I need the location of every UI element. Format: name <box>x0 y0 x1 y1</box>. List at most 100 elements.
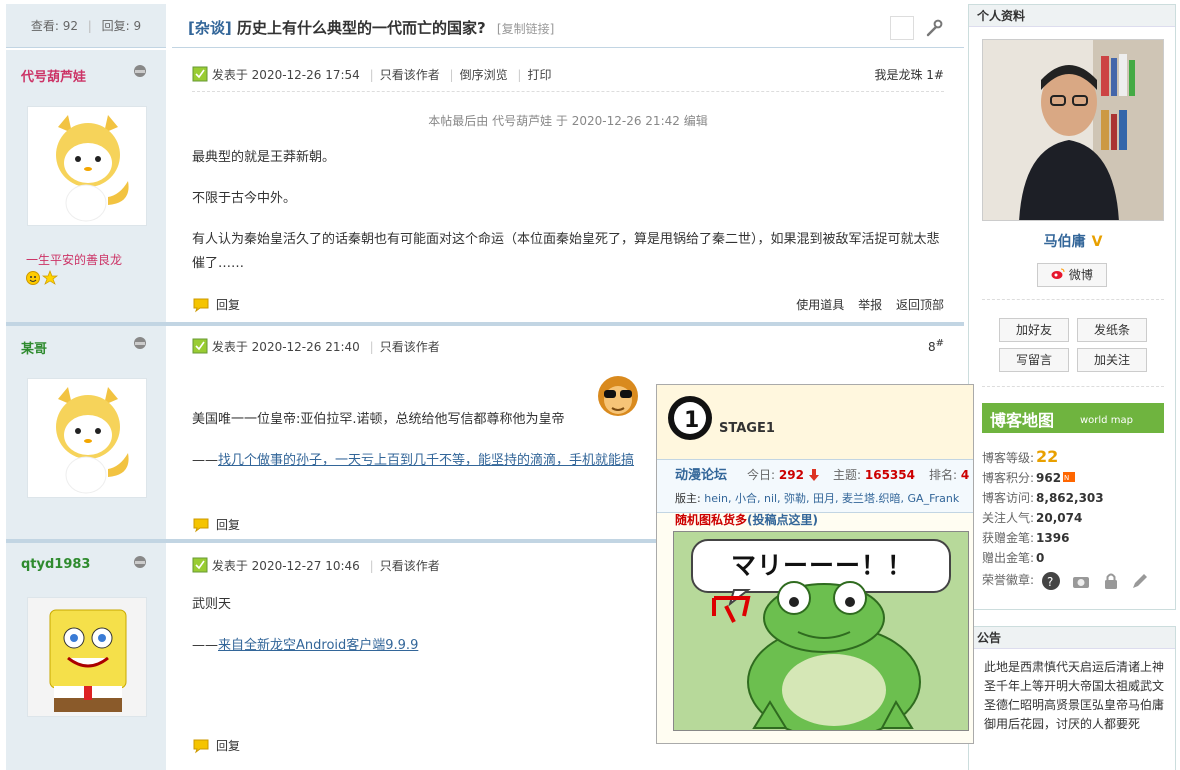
speech-bubble-text: マリーーー！！ <box>730 551 913 580</box>
forum-rank-value: 4 <box>960 468 970 482</box>
floor-number-text: 8 <box>927 340 936 354</box>
stage1-title: STAGE1 <box>719 421 775 436</box>
online-status-icon <box>134 337 146 349</box>
reply-button[interactable]: 回复 <box>192 737 240 754</box>
report-link[interactable]: 举报 <box>858 298 882 312</box>
weibo-button[interactable]: 微博 <box>1037 263 1107 287</box>
edit-note: 本帖最后由 代号葫芦娃 于 2020-12-26 21:42 编辑 <box>428 114 708 128</box>
follow-button[interactable]: 加关注 <box>1077 348 1147 372</box>
post-paragraph: 最典型的就是王莽新朝。 <box>192 150 336 165</box>
camera-badge-icon[interactable] <box>1071 571 1091 591</box>
avatar[interactable] <box>27 106 147 226</box>
stat-value: 1396 <box>1036 531 1070 545</box>
post2-sidebar: 某哥 <box>6 326 166 539</box>
pen-badge-icon[interactable] <box>1130 571 1150 591</box>
svg-text:N: N <box>1064 474 1069 482</box>
frog-image[interactable]: マリーーー！！ <box>673 531 969 731</box>
forum-topics-label: 主题: <box>833 468 862 482</box>
reply-button[interactable]: 回复 <box>192 516 240 533</box>
profile-name[interactable]: 马伯庸 V <box>969 231 1177 251</box>
reply-bubble-icon <box>193 739 209 753</box>
reply-label: 回复 <box>216 518 241 532</box>
weibo-label: 微博 <box>1068 268 1093 282</box>
stat-value: 962 <box>1036 471 1062 485</box>
author-name[interactable]: 某哥 <box>21 338 47 357</box>
back-to-top-link[interactable]: 返回顶部 <box>896 298 944 312</box>
wrench-icon[interactable] <box>924 18 944 38</box>
stat-label: 博客访问: <box>982 491 1035 505</box>
copy-link-button[interactable]: [复制链接] <box>497 22 554 36</box>
reverse-order-link[interactable]: 倒序浏览 <box>460 68 508 82</box>
avatar[interactable] <box>27 378 147 498</box>
svg-text:1: 1 <box>684 408 699 433</box>
forum-topics-count: 165354 <box>864 468 915 482</box>
send-note-button[interactable]: 发纸条 <box>1077 318 1147 342</box>
author-name[interactable]: qtyd1983 <box>21 557 90 572</box>
stat-label: 获赠金笔: <box>982 531 1035 545</box>
post-meta: 发表于 2020-12-26 17:54 | 只看该作者 | 倒序浏览 | 打印 我是… <box>192 66 944 86</box>
question-badge-icon[interactable]: ? <box>1041 571 1061 591</box>
stat-value: 0 <box>1036 551 1045 565</box>
post-meta-prefix: 发表于 <box>211 68 248 82</box>
toolbar-box[interactable] <box>890 16 915 40</box>
signature-prefix: —— <box>192 453 218 468</box>
views-count: 92 <box>62 19 78 33</box>
post-paragraph: 不限于古今中外。 <box>192 191 297 206</box>
post-time: 2020-12-26 21:40 <box>251 340 360 354</box>
thread-title: [杂谈] 历史上有什么典型的一代而亡的国家? [复制链接] <box>188 17 554 38</box>
stat-points: 博客积分: 962 N <box>982 469 1076 486</box>
blog-sidebar: 个人资料 马伯庸 V 微博 加好友 发纸条 写留言 加关注 博客地图 world… <box>968 4 1176 770</box>
replies-label: 回复: <box>101 19 130 33</box>
post-meta: 发表于 2020-12-26 21:40 | 只看该作者 8# <box>192 338 944 358</box>
forum-rank-label: 排名: <box>929 468 958 482</box>
signature-prefix: —— <box>192 638 218 653</box>
profile-photo[interactable] <box>982 39 1164 221</box>
author-name[interactable]: 代号葫芦娃 <box>21 66 86 85</box>
post1-sidebar: 代号葫芦娃 一生平安的善良龙 <box>6 50 166 322</box>
submit-link[interactable]: (投稿点这里) <box>747 513 818 527</box>
blog-map-title: 博客地图 <box>990 411 1055 430</box>
divider <box>192 91 944 92</box>
only-author-link[interactable]: 只看该作者 <box>380 559 440 573</box>
post-body: 最典型的就是王莽新朝。 不限于古今中外。 有人认为秦始皇活久了的话秦朝也有可能面… <box>192 146 952 293</box>
post-time: 2020-12-26 17:54 <box>251 68 360 82</box>
moderators-label: 版主: <box>675 492 701 505</box>
signature-link[interactable]: 来自全新龙空Android客户端9.9.9 <box>218 638 418 653</box>
floor-number[interactable]: 我是龙珠 1# <box>874 66 944 83</box>
user-title: 一生平安的善良龙 <box>26 253 123 267</box>
reply-button[interactable]: 回复 <box>192 296 240 313</box>
only-author-link[interactable]: 只看该作者 <box>380 68 440 82</box>
print-link[interactable]: 打印 <box>527 68 551 82</box>
moderators-list[interactable]: hein, 小合, nil, 弥勒, 田月, 麦兰塔.织暗, GA_Frank <box>704 492 959 505</box>
post-foot: 回复 使用道具 举报 返回顶部 <box>192 296 944 316</box>
category-link[interactable]: [杂谈] <box>188 19 232 37</box>
post-time: 2020-12-27 10:46 <box>251 559 360 573</box>
floor-number[interactable]: 8# <box>928 338 944 354</box>
stat-value: 20,074 <box>1036 511 1083 525</box>
thread-stats: 查看: 92 | 回复: 9 <box>6 4 166 48</box>
stat-pens-given: 赠出金笔: 0 <box>982 549 1044 566</box>
stat-label: 博客积分: <box>982 471 1035 485</box>
reply-label: 回复 <box>216 298 241 312</box>
vip-verified-icon: V <box>1091 234 1103 250</box>
post-meta-icon <box>192 66 208 82</box>
svg-text:?: ? <box>1047 575 1053 589</box>
blog-map-subtitle: world map <box>1080 415 1133 426</box>
signature-link[interactable]: 找几个做事的孙子，一天亏上百到几千不等，能坚持的滴滴，手机就能搞 <box>218 453 634 468</box>
stat-pens-received: 获赠金笔: 1396 <box>982 529 1069 546</box>
notice-box-title: 公告 <box>969 627 1175 649</box>
add-friend-button[interactable]: 加好友 <box>999 318 1069 342</box>
forum-popup[interactable]: 1 STAGE1 动漫论坛 今日: 292 主题: 165354 排名: 4 版… <box>656 384 974 744</box>
stat-level: 博客等级: 22 <box>982 447 1058 466</box>
leave-message-button[interactable]: 写留言 <box>999 348 1069 372</box>
profile-box-title: 个人资料 <box>969 5 1175 27</box>
avatar[interactable] <box>27 597 147 717</box>
forum-page: 查看: 92 | 回复: 9 [杂谈] 历史上有什么典型的一代而亡的国家? [复… <box>0 0 1180 770</box>
forum-name-link[interactable]: 动漫论坛 <box>675 464 727 483</box>
blog-map-banner[interactable]: 博客地图 world map <box>982 403 1164 433</box>
post-meta-icon <box>192 557 208 573</box>
stat-label: 关注人气: <box>982 511 1035 525</box>
lock-badge-icon[interactable] <box>1101 571 1121 591</box>
use-tool-link[interactable]: 使用道具 <box>796 298 844 312</box>
only-author-link[interactable]: 只看该作者 <box>380 340 440 354</box>
